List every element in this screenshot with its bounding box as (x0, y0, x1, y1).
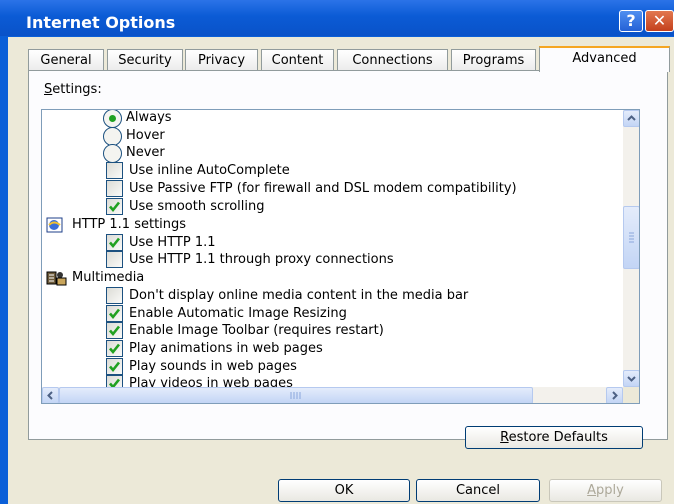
chevron-left-icon (47, 391, 53, 400)
scroll-left-button[interactable] (42, 387, 59, 403)
checkbox[interactable] (106, 198, 123, 215)
setting-row[interactable]: Hover (42, 127, 622, 146)
radio-button[interactable] (103, 110, 122, 128)
setting-row[interactable]: Use inline AutoComplete (42, 162, 622, 180)
tab-content[interactable]: Content (261, 49, 334, 70)
checkbox[interactable] (106, 251, 123, 268)
radio-button[interactable] (103, 144, 122, 163)
cancel-button[interactable]: Cancel (416, 479, 540, 502)
setting-row[interactable]: Always (42, 110, 622, 128)
settings-label: Settings: (44, 82, 102, 97)
settings-label-rest: ettings: (52, 82, 102, 97)
setting-label: Multimedia (72, 270, 145, 285)
checkbox[interactable] (106, 287, 123, 304)
title-bar[interactable]: Internet Options ? ✕ (0, 0, 674, 36)
setting-label: Always (126, 110, 172, 125)
dialog-window: Internet Options ? ✕ General Security Priv… (0, 0, 674, 504)
vertical-scrollbar[interactable] (623, 110, 639, 387)
setting-row[interactable]: Play sounds in web pages (42, 358, 622, 376)
chevron-down-icon (627, 376, 636, 382)
setting-row[interactable]: Never (42, 144, 622, 163)
apply-rest: pply (596, 483, 624, 498)
tab-advanced[interactable]: Advanced (539, 46, 670, 72)
checkbox[interactable] (106, 358, 123, 375)
ok-button[interactable]: OK (278, 479, 410, 502)
restore-defaults-underlined: R (500, 430, 509, 445)
close-button[interactable]: ✕ (645, 10, 674, 32)
grip-icon (290, 392, 301, 399)
checkbox[interactable] (106, 305, 123, 322)
setting-label: Use HTTP 1.1 (129, 235, 216, 250)
setting-label: Use smooth scrolling (129, 199, 265, 214)
settings-list[interactable]: Always Hover Never Use inline AutoComplete U… (41, 109, 640, 404)
tab-connections[interactable]: Connections (337, 49, 448, 70)
restore-defaults-button[interactable]: Restore Defaults (465, 426, 643, 449)
setting-row[interactable]: Use Passive FTP (for firewall and DSL mo… (42, 180, 622, 198)
setting-label: Play animations in web pages (129, 341, 323, 356)
chevron-right-icon (612, 391, 618, 400)
setting-label: Don't display online media content in th… (129, 288, 469, 303)
setting-row[interactable]: Don't display online media content in th… (42, 287, 622, 305)
advanced-tab-panel: Settings: Always Hover Never Use inline Aut… (28, 70, 668, 449)
settings-group-header: Multimedia (42, 269, 622, 287)
setting-label: Enable Automatic Image Resizing (129, 306, 347, 321)
setting-label: Use HTTP 1.1 through proxy connections (129, 252, 394, 267)
apply-button[interactable]: Apply (549, 479, 662, 502)
tab-privacy[interactable]: Privacy (185, 49, 258, 70)
settings-group-header: HTTP 1.1 settings (42, 216, 622, 234)
setting-label: Use Passive FTP (for firewall and DSL mo… (129, 181, 517, 196)
tab-general[interactable]: General (28, 49, 104, 70)
window-title: Internet Options (26, 13, 176, 32)
checkbox[interactable] (106, 180, 123, 197)
apply-underlined: A (587, 483, 597, 498)
horizontal-scrollbar[interactable] (42, 387, 623, 403)
chevron-up-icon (627, 115, 636, 121)
checkbox[interactable] (106, 322, 123, 339)
checkbox[interactable] (106, 162, 123, 179)
setting-label: Enable Image Toolbar (requires restart) (129, 323, 384, 338)
help-button[interactable]: ? (619, 10, 643, 32)
tab-security[interactable]: Security (107, 49, 183, 70)
horizontal-scroll-thumb[interactable] (59, 387, 533, 403)
setting-label: Use inline AutoComplete (129, 163, 290, 178)
scroll-up-button[interactable] (623, 110, 639, 127)
setting-row[interactable]: Play animations in web pages (42, 340, 622, 358)
scroll-thumb[interactable] (623, 206, 639, 269)
tab-programs[interactable]: Programs (451, 49, 536, 70)
restore-defaults-rest: estore Defaults (508, 430, 608, 445)
scrollbar-corner (623, 387, 639, 403)
setting-row[interactable]: Use smooth scrolling (42, 198, 622, 216)
setting-label: HTTP 1.1 settings (72, 217, 187, 232)
setting-label: Hover (126, 128, 165, 143)
scroll-right-button[interactable] (606, 387, 623, 403)
setting-row[interactable]: Enable Image Toolbar (requires restart) (42, 322, 622, 340)
setting-row[interactable]: Use HTTP 1.1 through proxy connections (42, 251, 622, 269)
checkbox[interactable] (106, 340, 123, 357)
scroll-down-button[interactable] (623, 370, 639, 387)
setting-label: Never (126, 145, 165, 160)
setting-row[interactable]: Use HTTP 1.1 (42, 234, 622, 252)
checkbox[interactable] (106, 234, 123, 251)
setting-row[interactable]: Enable Automatic Image Resizing (42, 305, 622, 323)
grip-icon (629, 232, 634, 243)
setting-label: Play sounds in web pages (129, 359, 297, 374)
dialog-body: General Security Privacy Content Connections… (8, 37, 674, 504)
